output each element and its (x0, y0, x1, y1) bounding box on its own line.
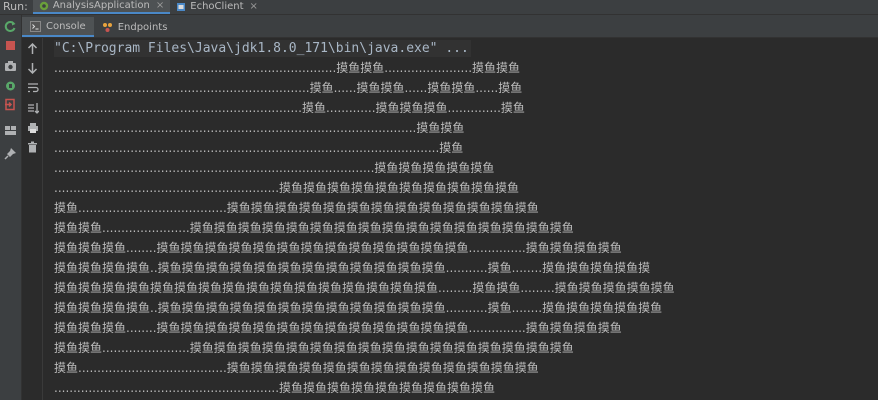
rerun-icon[interactable] (3, 19, 18, 34)
up-arrow-icon[interactable] (25, 41, 40, 56)
restart-debug-icon[interactable] (3, 78, 18, 93)
console-line: 摸鱼摸鱼摸鱼........摸鱼摸鱼摸鱼摸鱼摸鱼摸鱼摸鱼摸鱼摸鱼摸鱼摸鱼摸鱼摸鱼… (54, 241, 622, 255)
console-tab-strip: Console Endpoints (22, 15, 878, 38)
console-line: ........................................… (54, 381, 496, 395)
spring-boot-icon (39, 1, 49, 11)
console-line: ........................................… (54, 141, 464, 155)
tab-console[interactable]: Console (22, 17, 94, 37)
trash-icon[interactable] (25, 139, 40, 154)
console-line: 摸鱼摸鱼摸鱼摸鱼摸鱼摸鱼摸鱼摸鱼摸鱼摸鱼摸鱼摸鱼摸鱼摸鱼摸鱼摸鱼........… (54, 281, 675, 295)
console-line: ........................................… (54, 181, 520, 195)
run-tab-analysis-application[interactable]: AnalysisApplication × (32, 0, 171, 14)
console-output[interactable]: "C:\Program Files\Java\jdk1.8.0_171\bin\… (54, 38, 878, 400)
console-line: 摸鱼摸鱼摸鱼摸鱼..摸鱼摸鱼摸鱼摸鱼摸鱼摸鱼摸鱼摸鱼摸鱼摸鱼摸鱼摸鱼......… (54, 261, 651, 275)
console-line: 摸鱼......................................… (54, 361, 539, 375)
print-icon[interactable] (25, 120, 40, 135)
console-line: ........................................… (54, 121, 465, 135)
tab-label: Console (46, 20, 86, 32)
run-tab-label: EchoClient (190, 1, 244, 12)
camera-icon[interactable] (3, 58, 18, 73)
console-line: ........................................… (54, 81, 523, 95)
console-command-line: "C:\Program Files\Java\jdk1.8.0_171\bin\… (54, 40, 471, 57)
run-tab-label: AnalysisApplication (52, 0, 150, 11)
console-line: ........................................… (54, 61, 521, 75)
run-label: Run: (3, 0, 28, 13)
layout-icon[interactable] (3, 123, 18, 138)
tab-label: Endpoints (117, 21, 168, 33)
console-line: ........................................… (54, 101, 525, 115)
console-line: 摸鱼摸鱼.......................摸鱼摸鱼摸鱼摸鱼摸鱼摸鱼摸… (54, 341, 574, 355)
console-toolbar (22, 38, 43, 400)
sort-icon[interactable] (25, 100, 40, 115)
tab-endpoints[interactable]: Endpoints (94, 17, 176, 37)
endpoints-icon (102, 22, 113, 33)
run-tool-window-header: Run: AnalysisApplication × EchoClient × (0, 0, 878, 15)
application-icon (176, 2, 186, 12)
stop-icon[interactable] (3, 38, 18, 53)
close-icon[interactable]: × (250, 0, 258, 14)
close-icon[interactable]: × (156, 0, 164, 13)
console-line: 摸鱼摸鱼.......................摸鱼摸鱼摸鱼摸鱼摸鱼摸鱼摸… (54, 221, 574, 235)
down-arrow-icon[interactable] (25, 60, 40, 75)
console-line: 摸鱼摸鱼摸鱼摸鱼..摸鱼摸鱼摸鱼摸鱼摸鱼摸鱼摸鱼摸鱼摸鱼摸鱼摸鱼摸鱼......… (54, 301, 663, 315)
console-line: 摸鱼摸鱼摸鱼........摸鱼摸鱼摸鱼摸鱼摸鱼摸鱼摸鱼摸鱼摸鱼摸鱼摸鱼摸鱼摸鱼… (54, 321, 622, 335)
console-icon (30, 20, 41, 32)
console-line: 摸鱼......................................… (54, 201, 539, 215)
soft-wrap-icon[interactable] (25, 80, 40, 95)
exit-icon[interactable] (3, 97, 18, 112)
run-tab-echo-client[interactable]: EchoClient × (170, 0, 264, 14)
pin-icon[interactable] (3, 146, 18, 161)
console-line: ........................................… (54, 161, 495, 175)
run-left-toolbar (0, 15, 22, 400)
